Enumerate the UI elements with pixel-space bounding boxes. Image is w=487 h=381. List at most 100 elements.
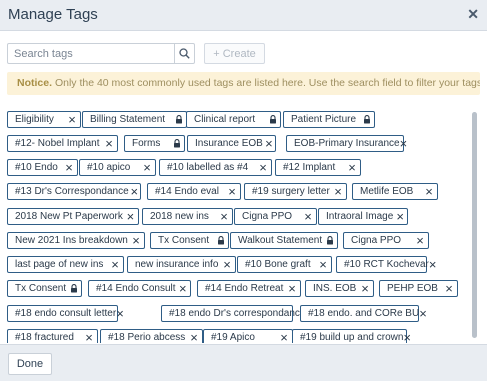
remove-tag-icon[interactable]: × bbox=[186, 330, 202, 343]
remove-tag-icon[interactable]: × bbox=[101, 136, 117, 151]
tag-chip[interactable]: PEHP EOB × bbox=[379, 280, 458, 297]
remove-tag-icon[interactable]: × bbox=[315, 257, 331, 272]
remove-tag-icon[interactable]: × bbox=[81, 330, 97, 343]
tag-chip[interactable]: #12 Implant × bbox=[275, 159, 361, 176]
remove-tag-icon[interactable]: × bbox=[263, 136, 275, 151]
tag-chip[interactable]: #10 labelled as #4 × bbox=[159, 159, 272, 176]
tag-chip[interactable]: New 2021 Ins breakdown × bbox=[7, 232, 145, 249]
notice-text: Only the 40 most commonly used tags are … bbox=[54, 77, 480, 89]
tag-chip[interactable]: Cigna PPO × bbox=[343, 232, 429, 249]
remove-tag-icon[interactable]: × bbox=[216, 209, 232, 224]
remove-tag-icon[interactable]: × bbox=[276, 330, 292, 343]
tag-chip[interactable]: Billing Statement bbox=[82, 111, 187, 128]
remove-tag-icon[interactable]: × bbox=[107, 257, 123, 272]
tag-chip[interactable]: #18 endo consult letter × bbox=[7, 305, 124, 322]
tag-chip[interactable]: #19 build up and crown × bbox=[292, 329, 411, 343]
remove-tag-icon[interactable]: × bbox=[421, 184, 437, 199]
remove-tag-icon[interactable]: × bbox=[116, 306, 124, 321]
scrollbar[interactable] bbox=[472, 112, 477, 338]
tag-label: #18 endo Dr's correspondance bbox=[169, 308, 306, 319]
tag-chip[interactable]: #18 endo. and CORe BU × bbox=[300, 305, 427, 322]
tag-chip[interactable]: 2018 new ins × bbox=[142, 208, 233, 225]
remove-tag-icon[interactable]: × bbox=[429, 257, 437, 272]
tag-chip[interactable]: Metlife EOB × bbox=[352, 183, 438, 200]
remove-tag-icon[interactable]: × bbox=[393, 209, 407, 224]
remove-tag-icon[interactable]: × bbox=[441, 281, 457, 296]
tag-label: new insurance info bbox=[135, 259, 219, 270]
tag-chip[interactable]: last page of new ins × bbox=[7, 256, 124, 273]
remove-tag-icon[interactable]: × bbox=[284, 281, 300, 296]
tag-label: Eligibility bbox=[15, 114, 54, 125]
tag-label: #10 labelled as #4 bbox=[167, 162, 249, 173]
tag-chip[interactable]: Clinical report bbox=[186, 111, 281, 128]
tag-chip[interactable]: #19 Apico × bbox=[203, 329, 293, 343]
tag-chip[interactable]: #12- Nobel Implant × bbox=[7, 135, 118, 152]
tag-chip[interactable]: #14 Endo Consult × bbox=[88, 280, 191, 297]
tag-label: INS. EOB bbox=[313, 283, 357, 294]
close-icon[interactable]: ✕ bbox=[467, 6, 479, 23]
notice-banner: Notice. Only the 40 most commonly used t… bbox=[7, 72, 480, 95]
remove-tag-icon[interactable]: × bbox=[123, 209, 138, 224]
tag-chip[interactable]: EOB-Primary Insurance × bbox=[286, 135, 407, 152]
remove-tag-icon[interactable]: × bbox=[61, 160, 77, 175]
scrollbar-thumb[interactable] bbox=[472, 112, 477, 338]
tag-chip[interactable]: Tx Consent bbox=[7, 280, 82, 297]
tag-chip[interactable]: INS. EOB × bbox=[305, 280, 374, 297]
remove-tag-icon[interactable]: × bbox=[400, 136, 408, 151]
remove-tag-icon[interactable]: × bbox=[176, 281, 190, 296]
tag-chip[interactable]: Insurance EOB × bbox=[187, 135, 276, 152]
search-input[interactable] bbox=[8, 44, 174, 63]
create-button[interactable]: + Create bbox=[204, 43, 265, 64]
remove-tag-icon[interactable]: × bbox=[64, 112, 80, 127]
manage-tags-dialog: Manage Tags ✕ + Create Notice. Only the … bbox=[0, 0, 487, 381]
tag-label: #18 Perio abcess bbox=[108, 332, 186, 343]
tag-chip[interactable]: Walkout Statement bbox=[230, 232, 338, 249]
tag-chip[interactable]: #10 apico × bbox=[79, 159, 156, 176]
done-button[interactable]: Done bbox=[8, 353, 52, 375]
tag-label: #10 Bone graft bbox=[245, 259, 311, 270]
tag-chip[interactable]: #18 endo Dr's correspondance× bbox=[161, 305, 313, 322]
tag-chip[interactable]: Intraoral Image × bbox=[318, 208, 408, 225]
remove-tag-icon[interactable]: × bbox=[128, 233, 144, 248]
tag-chip[interactable]: #14 Endo eval × bbox=[147, 183, 241, 200]
remove-tag-icon[interactable]: × bbox=[224, 184, 240, 199]
tag-chip[interactable]: #19 surgery letter × bbox=[244, 183, 347, 200]
tag-chip[interactable]: #10 RCT Kochevar × bbox=[336, 256, 436, 273]
tags-list: Eligibility × Billing Statement Clinical re… bbox=[0, 105, 482, 343]
tag-label: #18 endo consult letter bbox=[15, 308, 117, 319]
remove-tag-icon[interactable]: × bbox=[139, 160, 155, 175]
remove-tag-icon[interactable]: × bbox=[403, 330, 411, 343]
remove-tag-icon[interactable]: × bbox=[344, 160, 360, 175]
tag-label: #12 Implant bbox=[283, 162, 336, 173]
tag-chip[interactable]: #18 Perio abcess × bbox=[100, 329, 203, 343]
tag-label: Cigna PPO bbox=[351, 235, 402, 246]
tag-label: Clinical report bbox=[194, 114, 256, 125]
tag-chip[interactable]: #14 Endo Retreat × bbox=[197, 280, 301, 297]
tag-label: Insurance EOB bbox=[195, 138, 263, 149]
remove-tag-icon[interactable]: × bbox=[219, 257, 235, 272]
remove-tag-icon[interactable]: × bbox=[419, 306, 427, 321]
tag-label: Billing Statement bbox=[90, 114, 166, 125]
tag-chip[interactable]: Cigna PPO × bbox=[234, 208, 317, 225]
tag-chip[interactable]: 2018 New Pt Paperwork × bbox=[7, 208, 139, 225]
search-button[interactable] bbox=[174, 44, 194, 63]
tag-chip[interactable]: #13 Dr's Correspondance × bbox=[7, 183, 141, 200]
remove-tag-icon[interactable]: × bbox=[129, 184, 140, 199]
tag-chip[interactable]: Tx Consent bbox=[150, 232, 229, 249]
remove-tag-icon[interactable]: × bbox=[412, 233, 428, 248]
remove-tag-icon[interactable]: × bbox=[255, 160, 271, 175]
tag-chip[interactable]: Patient Picture bbox=[283, 111, 375, 128]
remove-tag-icon[interactable]: × bbox=[300, 209, 316, 224]
tag-chip[interactable]: new insurance info × bbox=[127, 256, 236, 273]
remove-tag-icon[interactable]: × bbox=[330, 184, 346, 199]
tag-label: #14 Endo eval bbox=[155, 186, 219, 197]
tag-chip[interactable]: Forms bbox=[124, 135, 185, 152]
tag-chip[interactable]: #18 fractured × bbox=[7, 329, 98, 343]
tag-chip[interactable]: Eligibility × bbox=[7, 111, 81, 128]
search-icon bbox=[179, 48, 190, 59]
search-box bbox=[7, 43, 195, 64]
tag-chip[interactable]: #10 Bone graft × bbox=[237, 256, 332, 273]
tag-chip[interactable]: #10 Endo × bbox=[7, 159, 78, 176]
tag-label: #14 Endo Consult bbox=[96, 283, 176, 294]
remove-tag-icon[interactable]: × bbox=[357, 281, 373, 296]
